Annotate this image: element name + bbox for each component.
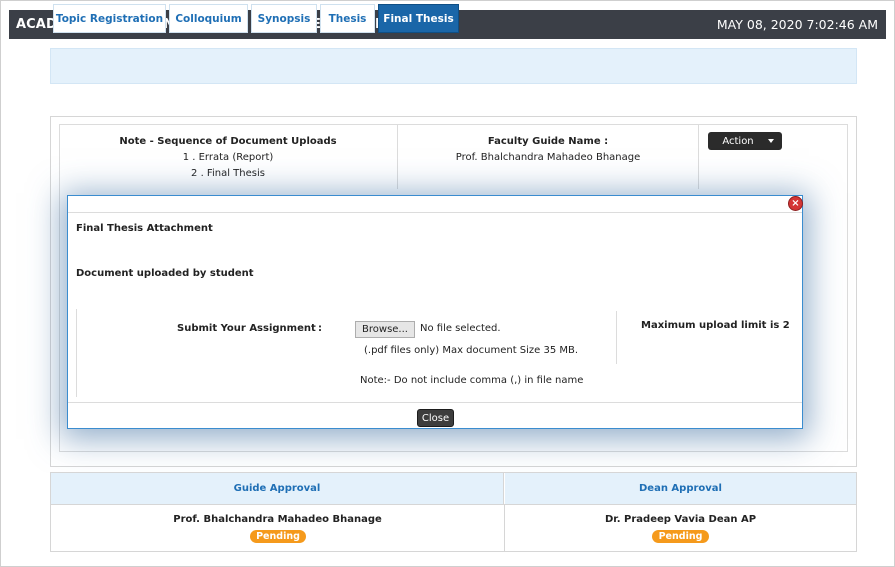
action-dropdown-button[interactable]: Action: [708, 132, 782, 150]
status-badge: Pending: [652, 530, 709, 543]
close-icon[interactable]: ×: [788, 196, 803, 211]
divider: [68, 212, 802, 213]
tab-bar: [50, 48, 857, 84]
tab-synopsis[interactable]: Synopsis: [251, 4, 317, 33]
dean-approval-header: Dean Approval: [505, 473, 856, 504]
tab-final-thesis[interactable]: Final Thesis: [378, 4, 459, 33]
close-button[interactable]: Close: [417, 409, 454, 427]
divider: [51, 504, 856, 505]
tab-topic-registration[interactable]: Topic Registration: [53, 4, 166, 33]
browse-file-button[interactable]: Browse...: [355, 321, 415, 338]
modal-subtitle: Document uploaded by student: [76, 268, 254, 279]
caret-down-icon: [767, 139, 774, 143]
divider: [616, 311, 617, 364]
note-item: 1 . Errata (Report): [182, 152, 274, 163]
divider: [504, 504, 505, 551]
label-colon: :: [318, 323, 322, 334]
note-item: 2 . Final Thesis: [191, 168, 265, 179]
faculty-guide-cell: Faculty Guide Name : Prof. Bhalchandra M…: [397, 125, 699, 189]
file-status-text: No file selected.: [420, 323, 501, 334]
faculty-guide-label: Faculty Guide Name :: [487, 136, 609, 147]
action-label: Action: [722, 135, 754, 147]
upload-limit-text: Maximum upload limit is 2: [641, 320, 790, 331]
upload-sequence-note: Note - Sequence of Document Uploads 1 . …: [60, 125, 396, 189]
filename-note: Note:- Do not include comma (,) in file …: [360, 375, 584, 386]
guide-approver-name: Prof. Bhalchandra Mahadeo Bhanage: [173, 514, 382, 525]
status-badge: Pending: [250, 530, 306, 543]
faculty-guide-name: Prof. Bhalchandra Mahadeo Bhanage: [455, 152, 641, 163]
datetime-display: MAY 08, 2020 7:02:46 AM: [716, 17, 878, 32]
submit-assignment-label: Submit Your Assignment: [177, 323, 316, 334]
guide-approval-header: Guide Approval: [51, 473, 504, 504]
tab-colloquium[interactable]: Colloquium: [169, 4, 248, 33]
dean-approver-name: Dr. Pradeep Vavia Dean AP: [604, 514, 757, 525]
divider: [68, 402, 802, 403]
tab-thesis[interactable]: Thesis: [320, 4, 375, 33]
modal-title: Final Thesis Attachment: [76, 223, 213, 234]
note-title: Note - Sequence of Document Uploads: [119, 136, 337, 147]
file-type-note: (.pdf files only) Max document Size 35 M…: [364, 345, 579, 356]
